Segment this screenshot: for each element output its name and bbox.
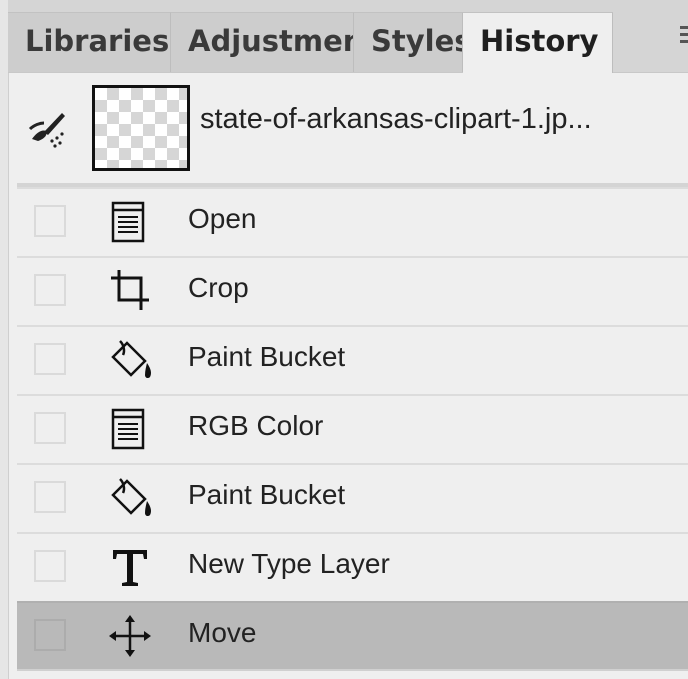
history-state-label: Paint Bucket (188, 341, 346, 372)
tab-adjustments[interactable]: Adjustments (171, 12, 354, 72)
history-state-paint-bucket[interactable]: Paint Bucket (17, 325, 688, 394)
tab-styles[interactable]: Styles (354, 12, 463, 72)
history-panel: Libraries Adjustments Styles History sta… (0, 0, 688, 679)
history-state-label: Paint Bucket (188, 479, 346, 510)
history-state-new-type-layer[interactable]: New Type Layer (17, 532, 688, 601)
history-snapshot[interactable]: state-of-arkansas-clipart-1.jp... (17, 73, 688, 187)
paint-bucket-icon (111, 340, 151, 379)
history-brush-source-checkbox[interactable] (34, 343, 66, 375)
history-state-label: RGB Color (188, 410, 324, 441)
history-state-open[interactable]: Open (17, 187, 688, 256)
history-state-label: New Type Layer (188, 548, 390, 579)
history-state-rgb-color[interactable]: RGB Color (17, 394, 688, 463)
move-tool-icon (109, 615, 151, 657)
tab-history[interactable]: History (463, 12, 613, 73)
paint-bucket-icon (111, 478, 151, 517)
history-brush-source-checkbox[interactable] (34, 481, 66, 513)
snapshot-thumbnail (92, 85, 190, 171)
snapshot-filename: state-of-arkansas-clipart-1.jp... (200, 103, 592, 135)
panel-footer (17, 669, 688, 679)
history-state-move[interactable]: Move (17, 601, 688, 670)
history-state-label: Crop (188, 272, 249, 303)
crop-icon (111, 270, 149, 310)
tab-libraries[interactable]: Libraries (8, 12, 171, 72)
history-brush-source-checkbox[interactable] (34, 412, 66, 444)
document-icon (111, 408, 145, 450)
history-state-label: Move (188, 617, 257, 648)
history-state-paint-bucket[interactable]: Paint Bucket (17, 463, 688, 532)
document-icon (111, 201, 145, 243)
art-history-brush-icon[interactable] (26, 105, 74, 153)
type-tool-icon (113, 550, 147, 586)
history-state-list: Open Crop Paint Bucket RGB Color Paint B… (17, 187, 688, 670)
history-brush-source-checkbox[interactable] (34, 619, 66, 651)
panel-tab-bar: Libraries Adjustments Styles History (8, 0, 688, 73)
history-brush-source-checkbox[interactable] (34, 550, 66, 582)
history-brush-source-checkbox[interactable] (34, 205, 66, 237)
history-state-crop[interactable]: Crop (17, 256, 688, 325)
history-state-label: Open (188, 203, 257, 234)
panel-edge (0, 0, 9, 679)
history-brush-source-checkbox[interactable] (34, 274, 66, 306)
panel-menu-icon[interactable] (680, 26, 688, 52)
